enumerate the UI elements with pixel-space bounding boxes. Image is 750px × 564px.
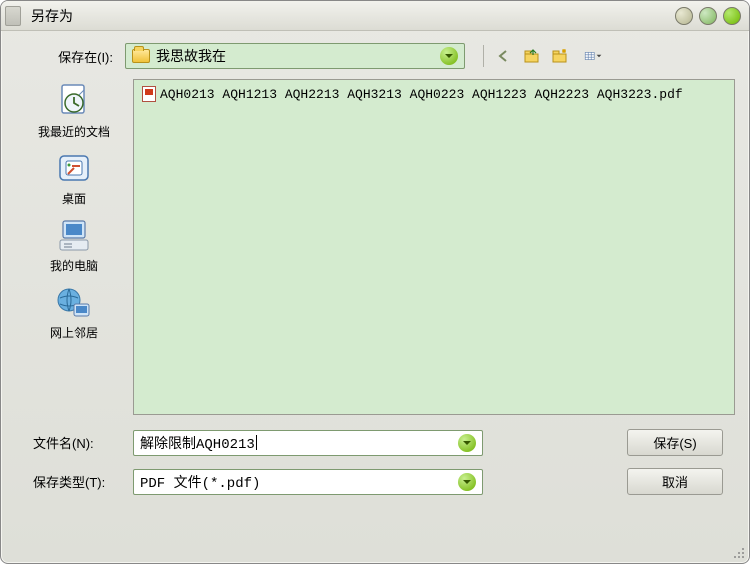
sidebar-item-recent[interactable]: 我最近的文档: [38, 83, 110, 140]
recent-documents-icon: [54, 83, 94, 121]
save-button[interactable]: 保存(S): [627, 429, 723, 456]
location-name: 我思故我在: [156, 46, 440, 66]
folder-icon: [132, 49, 150, 63]
up-one-level-button[interactable]: [520, 45, 544, 67]
nav-toolbar: [479, 45, 610, 67]
file-list-pane[interactable]: AQH0213 AQH1213 AQH2213 AQH3213 AQH0223 …: [133, 79, 735, 415]
location-dropdown[interactable]: 我思故我在: [125, 43, 465, 69]
resize-grip[interactable]: [731, 545, 745, 559]
window-minimize-button[interactable]: [675, 7, 693, 25]
sidebar-item-network[interactable]: 网上邻居: [50, 284, 98, 341]
sidebar-item-label: 桌面: [62, 190, 86, 207]
sidebar-item-my-computer[interactable]: 我的电脑: [50, 217, 98, 274]
window-close-button[interactable]: [723, 7, 741, 25]
sidebar-item-label: 我的电脑: [50, 257, 98, 274]
file-name: AQH0213 AQH1213 AQH2213 AQH3213 AQH0223 …: [160, 87, 683, 102]
cancel-button[interactable]: 取消: [627, 468, 723, 495]
sidebar-item-desktop[interactable]: 桌面: [54, 150, 94, 207]
filetype-label: 保存类型(T):: [15, 472, 133, 491]
window-controls: [675, 7, 741, 25]
file-item[interactable]: AQH0213 AQH1213 AQH2213 AQH3213 AQH0223 …: [142, 86, 726, 102]
back-button[interactable]: [492, 45, 516, 67]
new-folder-button[interactable]: [548, 45, 572, 67]
network-icon: [54, 284, 94, 322]
separator: [483, 45, 484, 67]
sidebar-item-label: 网上邻居: [50, 324, 98, 341]
filetype-dropdown[interactable]: PDF 文件(*.pdf): [133, 469, 483, 495]
places-sidebar: 我最近的文档 桌面 我的电脑: [15, 79, 133, 415]
filetype-value: PDF 文件(*.pdf): [140, 472, 458, 492]
chevron-down-icon[interactable]: [458, 473, 476, 491]
save-as-dialog: 另存为 保存在(I): 我思故我在: [0, 0, 750, 564]
window-title: 另存为: [31, 6, 675, 26]
text-caret: [256, 435, 257, 450]
chevron-down-icon: [440, 47, 458, 65]
filename-text: 解除限制AQH0213: [140, 433, 255, 453]
pdf-file-icon: [142, 86, 156, 102]
desktop-icon: [54, 150, 94, 188]
filename-label: 文件名(N):: [15, 433, 133, 452]
window-system-icon: [5, 6, 21, 26]
filename-combo[interactable]: 解除限制AQH0213: [133, 430, 483, 456]
sidebar-item-label: 我最近的文档: [38, 123, 110, 140]
window-maximize-button[interactable]: [699, 7, 717, 25]
computer-icon: [54, 217, 94, 255]
view-menu-button[interactable]: [576, 45, 610, 67]
chevron-down-icon[interactable]: [458, 434, 476, 452]
title-bar: 另存为: [1, 1, 749, 31]
location-label: 保存在(I):: [15, 47, 125, 66]
